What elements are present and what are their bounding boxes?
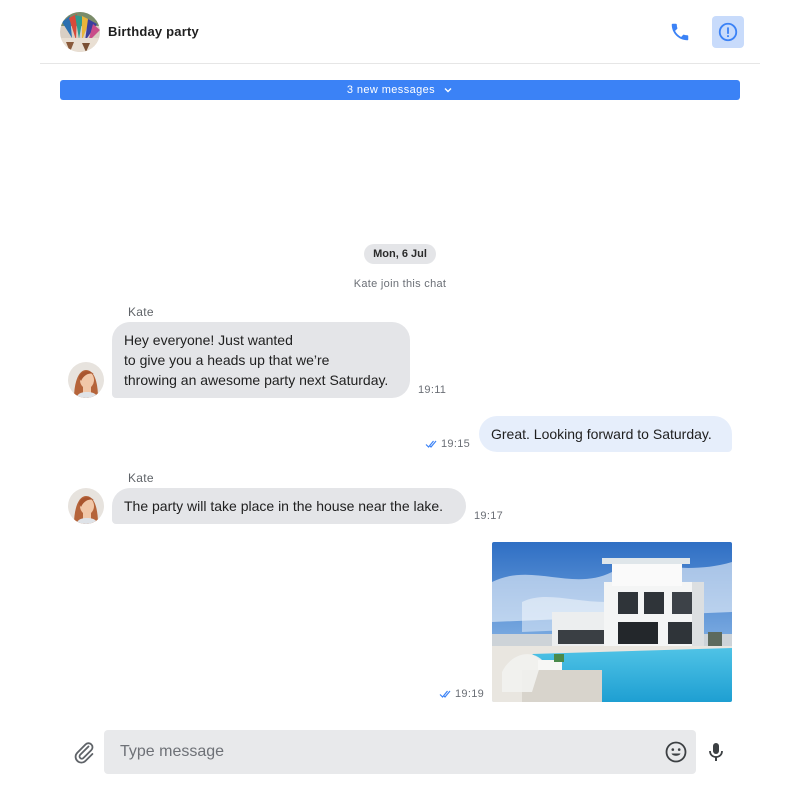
chevron-down-icon: [444, 88, 452, 93]
message-image[interactable]: [492, 542, 732, 702]
attach-button[interactable]: [72, 740, 96, 764]
message-time: 19:15: [425, 438, 470, 450]
message-time: 19:17: [474, 510, 503, 522]
message-time-text: 19:11: [418, 384, 447, 396]
avatar[interactable]: [68, 488, 104, 524]
double-check-icon: [439, 690, 451, 698]
info-icon: [718, 22, 738, 42]
microphone-button[interactable]: [704, 740, 728, 764]
message-time: 19:11: [418, 384, 446, 396]
date-label: Mon, 6 Jul: [373, 248, 427, 260]
kate-avatar-icon: [68, 488, 104, 524]
double-check-icon: [425, 440, 437, 448]
group-avatar-icon: [60, 12, 100, 52]
kate-avatar-icon: [68, 362, 104, 398]
new-messages-label: 3 new messages: [346, 84, 436, 96]
chat-header: Birthday party: [40, 0, 760, 64]
call-button[interactable]: [664, 16, 696, 48]
chat-title: Birthday party: [108, 24, 199, 39]
message-text: Great. Looking forward to Saturday.: [491, 426, 712, 442]
message-bubble[interactable]: The party will take place in the house n…: [112, 488, 466, 524]
message-input[interactable]: [104, 730, 696, 774]
message-time-text: 19:15: [441, 438, 471, 450]
message-bubble[interactable]: Great. Looking forward to Saturday.: [479, 416, 732, 452]
info-button[interactable]: [712, 16, 744, 48]
message-text-line: to give you a heads up that we’re: [124, 352, 330, 368]
message-text-line: Hey everyone! Just wanted: [124, 332, 293, 348]
message-time: 19:19: [439, 688, 484, 700]
emoji-button[interactable]: [664, 740, 688, 764]
message-time-text: 19:19: [455, 688, 485, 700]
phone-icon: [671, 23, 689, 41]
group-avatar[interactable]: [60, 12, 100, 52]
message-text-line: throwing an awesome party next Saturday.: [124, 372, 389, 388]
paperclip-icon: [74, 742, 94, 764]
message-time-text: 19:17: [474, 510, 504, 522]
avatar[interactable]: [68, 362, 104, 398]
system-message: Kate join this chat: [353, 278, 447, 290]
message-sender: Kate: [128, 471, 154, 485]
message-composer: [0, 728, 800, 776]
message-bubble[interactable]: Hey everyone! Just wanted to give you a …: [112, 322, 410, 398]
emoji-icon: [665, 741, 687, 763]
new-messages-banner[interactable]: 3 new messages: [60, 80, 740, 100]
microphone-icon: [709, 743, 723, 761]
date-separator: Mon, 6 Jul: [364, 244, 436, 264]
message-sender: Kate: [128, 305, 154, 319]
message-text: The party will take place in the house n…: [124, 498, 444, 514]
villa-photo: [492, 542, 732, 702]
